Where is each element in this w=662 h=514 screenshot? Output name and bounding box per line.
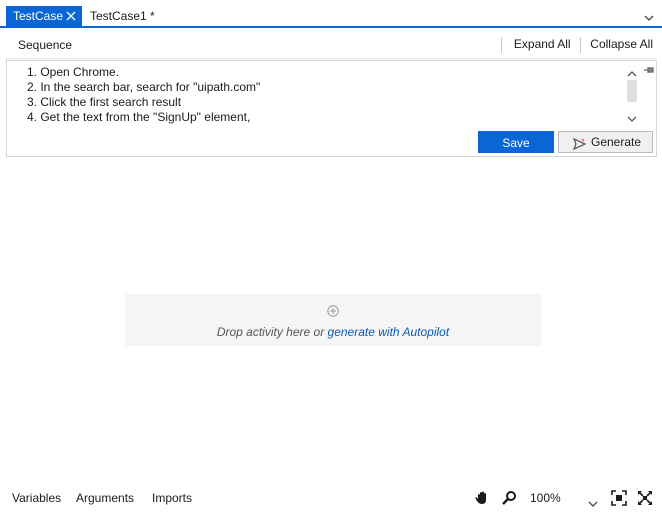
sequence-title: Sequence bbox=[18, 38, 73, 52]
tab-label: TestCase bbox=[13, 9, 64, 23]
imports-tab[interactable]: Imports bbox=[152, 491, 192, 505]
designer-statusbar: Variables Arguments Imports 100% bbox=[0, 485, 662, 514]
tab-testcase1[interactable]: TestCase1 * bbox=[90, 6, 155, 26]
sequence-header: Sequence Expand All Collapse All bbox=[6, 30, 657, 59]
fit-to-screen-icon[interactable] bbox=[611, 490, 627, 509]
scroll-up-icon[interactable] bbox=[627, 66, 637, 80]
expand-all-button[interactable]: Expand All bbox=[514, 37, 571, 51]
prompt-line: 3. Click the first search result bbox=[27, 95, 182, 109]
activity-drop-zone[interactable]: Drop activity here or generate with Auto… bbox=[125, 294, 541, 346]
divider bbox=[500, 37, 502, 53]
chevron-down-icon[interactable] bbox=[644, 10, 654, 24]
save-button[interactable]: Save bbox=[478, 131, 554, 153]
tab-label: TestCase1 * bbox=[90, 9, 155, 23]
document-tab-bar: TestCase TestCase1 * bbox=[0, 0, 662, 28]
add-circle-icon[interactable] bbox=[327, 305, 339, 320]
variables-tab[interactable]: Variables bbox=[12, 491, 61, 505]
overview-icon[interactable] bbox=[637, 490, 653, 509]
close-icon[interactable] bbox=[64, 6, 78, 26]
sequence-actions: Expand All Collapse All bbox=[500, 37, 653, 53]
drop-hint: Drop activity here or generate with Auto… bbox=[125, 325, 541, 339]
pin-icon[interactable] bbox=[644, 63, 654, 77]
zoom-search-icon[interactable] bbox=[501, 490, 517, 509]
hand-pan-icon[interactable] bbox=[474, 490, 490, 509]
tab-testcase[interactable]: TestCase bbox=[6, 6, 82, 26]
divider bbox=[579, 37, 581, 53]
chevron-down-icon[interactable] bbox=[588, 496, 598, 510]
generate-label: Generate bbox=[591, 135, 642, 149]
generate-with-autopilot-link[interactable]: generate with Autopilot bbox=[328, 325, 450, 339]
prompt-line: 2. In the search bar, search for "uipath… bbox=[27, 80, 261, 94]
sparkle-send-icon bbox=[572, 136, 587, 156]
autopilot-prompt-panel: 1. Open Chrome. 2. In the search bar, se… bbox=[6, 60, 657, 157]
scrollbar-thumb[interactable] bbox=[627, 80, 637, 102]
collapse-all-button[interactable]: Collapse All bbox=[590, 37, 653, 51]
generate-button[interactable]: Generate bbox=[558, 131, 653, 153]
arguments-tab[interactable]: Arguments bbox=[76, 491, 134, 505]
drop-hint-text: Drop activity here or bbox=[216, 325, 328, 339]
zoom-level-select[interactable]: 100% bbox=[530, 491, 561, 505]
prompt-textarea[interactable]: 1. Open Chrome. 2. In the search bar, se… bbox=[27, 65, 260, 125]
designer-canvas: Drop activity here or generate with Auto… bbox=[0, 158, 662, 485]
prompt-line: 1. Open Chrome. bbox=[27, 65, 120, 79]
scroll-down-icon[interactable] bbox=[627, 111, 637, 125]
prompt-line: 4. Get the text from the "SignUp" elemen… bbox=[27, 110, 251, 124]
